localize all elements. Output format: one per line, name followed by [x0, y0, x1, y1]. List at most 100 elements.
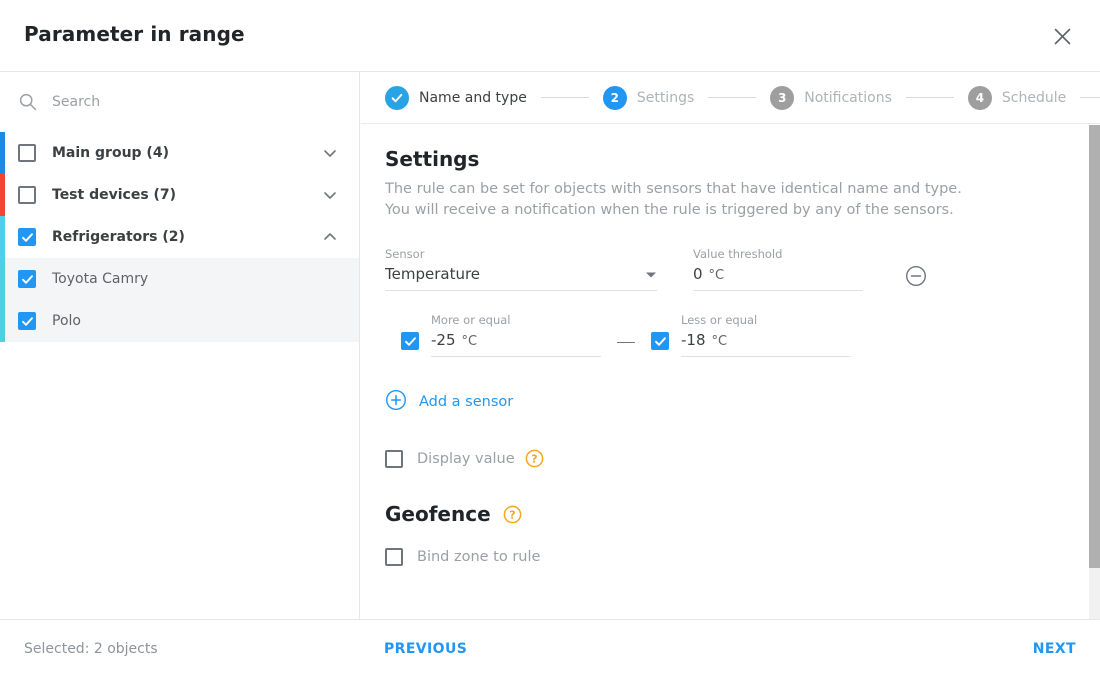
step-label: Name and type: [419, 89, 527, 106]
sensor-select-value: Temperature: [385, 265, 481, 283]
checkbox-toyota-camry[interactable]: [18, 270, 36, 288]
chevron-down-icon[interactable]: [319, 142, 341, 164]
sensor-select-label: Sensor: [385, 247, 425, 261]
tree-item-label: Test devices (7): [52, 187, 177, 203]
step-connector: [905, 97, 954, 98]
group-color-bar: [0, 174, 5, 216]
tree-row[interactable]: Test devices (7): [0, 174, 359, 216]
tree-row[interactable]: Toyota Camry: [0, 258, 359, 300]
page-title: Settings: [385, 147, 480, 171]
check-icon: [385, 85, 409, 110]
tree-item-label: Toyota Camry: [52, 271, 149, 287]
value-threshold-field[interactable]: Value threshold 0 °C: [693, 247, 863, 291]
step-name-and-type[interactable]: Name and type: [385, 85, 527, 110]
sensor-select[interactable]: Sensor Temperature: [385, 247, 657, 291]
more-or-equal-label: More or equal: [431, 313, 511, 327]
add-sensor-button[interactable]: Add a sensor: [385, 389, 513, 415]
settings-description-line-1: The rule can be set for objects with sen…: [385, 181, 962, 197]
less-or-equal-group: Less or equal -18 °C: [651, 313, 851, 357]
group-color-bar: [0, 216, 5, 258]
step-label: Schedule: [1001, 89, 1067, 106]
selected-count: Selected: 2 objects: [24, 641, 158, 657]
group-color-bar: [0, 132, 5, 174]
group-color-bar: [0, 258, 5, 300]
svg-text:?: ?: [531, 453, 537, 466]
chevron-up-icon[interactable]: [319, 226, 341, 248]
dialog-footer: Selected: 2 objects PREVIOUS NEXT: [0, 619, 1100, 680]
step-connector: [708, 97, 757, 98]
tree-item-label: Refrigerators (2): [52, 229, 185, 245]
group-color-bar: [0, 300, 5, 342]
chevron-down-icon[interactable]: [319, 184, 341, 206]
object-tree: Main group (4) Test devices (7) Refriger…: [0, 132, 359, 342]
wizard-content: Name and type 2 Settings 3 Notifications…: [361, 72, 1100, 619]
tree-row[interactable]: Refrigerators (2): [0, 216, 359, 258]
step-label: Settings: [636, 89, 695, 106]
checkbox-bind-zone[interactable]: [385, 548, 403, 566]
value-threshold-value: 0: [693, 265, 703, 283]
less-or-equal-value: -18: [681, 331, 706, 349]
chevron-down-icon[interactable]: [645, 265, 657, 283]
step-label: Notifications: [804, 89, 892, 106]
sensor-row: Sensor Temperature Value threshold 0 °C: [385, 247, 1076, 291]
checkbox-more-or-equal[interactable]: [401, 332, 419, 350]
checkbox-refrigerators[interactable]: [18, 228, 36, 246]
value-threshold-unit: °C: [708, 268, 725, 283]
less-or-equal-unit: °C: [711, 334, 728, 349]
next-button[interactable]: NEXT: [1033, 641, 1076, 657]
step-number: 2: [602, 85, 627, 110]
bind-zone-row: Bind zone to rule: [385, 548, 1076, 566]
add-sensor-label: Add a sensor: [419, 394, 514, 410]
geofence-title-text: Geofence: [385, 502, 491, 526]
settings-description-line-2: You will receive a notification when the…: [385, 202, 954, 218]
checkbox-less-or-equal[interactable]: [651, 332, 669, 350]
less-or-equal-label: Less or equal: [681, 313, 758, 327]
checkbox-polo[interactable]: [18, 312, 36, 330]
tree-row[interactable]: Polo: [0, 300, 359, 342]
tree-item-label: Main group (4): [52, 145, 169, 161]
geofence-title: Geofence ?: [385, 502, 1076, 526]
plus-circle-icon: [385, 389, 407, 415]
search-row: [0, 72, 359, 132]
dialog-header: Parameter in range: [0, 0, 1100, 72]
value-threshold-label: Value threshold: [693, 247, 783, 261]
parameter-in-range-dialog: Parameter in range Main group (4): [0, 0, 1100, 680]
help-circle-icon[interactable]: ?: [525, 449, 544, 468]
objects-sidebar: Main group (4) Test devices (7): [0, 72, 360, 619]
bind-zone-label: Bind zone to rule: [417, 549, 541, 565]
search-input[interactable]: [52, 94, 302, 110]
checkbox-test-devices[interactable]: [18, 186, 36, 204]
sensor-config: Sensor Temperature Value threshold 0 °C …: [385, 247, 1076, 468]
step-connector: [540, 97, 589, 98]
minus-circle-icon[interactable]: [905, 265, 927, 287]
step-connector: [1080, 97, 1100, 98]
wizard-stepper: Name and type 2 Settings 3 Notifications…: [361, 72, 1100, 124]
checkbox-display-value[interactable]: [385, 449, 403, 468]
search-icon: [18, 92, 38, 112]
less-or-equal-field[interactable]: Less or equal -18 °C: [681, 313, 851, 357]
step-settings[interactable]: 2 Settings: [602, 85, 695, 110]
step-number: 3: [770, 85, 795, 110]
svg-text:?: ?: [509, 508, 515, 521]
content-scrollbar-thumb[interactable]: [1089, 125, 1100, 568]
more-or-equal-group: More or equal -25 °C: [401, 313, 601, 357]
previous-button[interactable]: PREVIOUS: [384, 641, 467, 657]
dialog-title: Parameter in range: [24, 22, 245, 46]
step-notifications[interactable]: 3 Notifications: [770, 85, 892, 110]
range-row: More or equal -25 °C Less or equal -18 °…: [385, 313, 1076, 357]
tree-item-label: Polo: [52, 313, 81, 329]
step-number: 4: [967, 85, 992, 110]
tree-row[interactable]: Main group (4): [0, 132, 359, 174]
settings-pane: Settings The rule can be set for objects…: [361, 125, 1100, 566]
range-separator: [617, 342, 635, 343]
more-or-equal-value: -25: [431, 331, 456, 349]
checkbox-main-group[interactable]: [18, 144, 36, 162]
more-or-equal-unit: °C: [461, 334, 478, 349]
close-icon[interactable]: [1048, 22, 1076, 50]
settings-scroll-area: Settings The rule can be set for objects…: [361, 125, 1100, 619]
help-circle-icon[interactable]: ?: [503, 505, 522, 524]
step-schedule[interactable]: 4 Schedule: [967, 85, 1067, 110]
display-value-row: Display value ?: [385, 449, 1076, 468]
display-value-label: Display value: [417, 450, 515, 467]
more-or-equal-field[interactable]: More or equal -25 °C: [431, 313, 601, 357]
